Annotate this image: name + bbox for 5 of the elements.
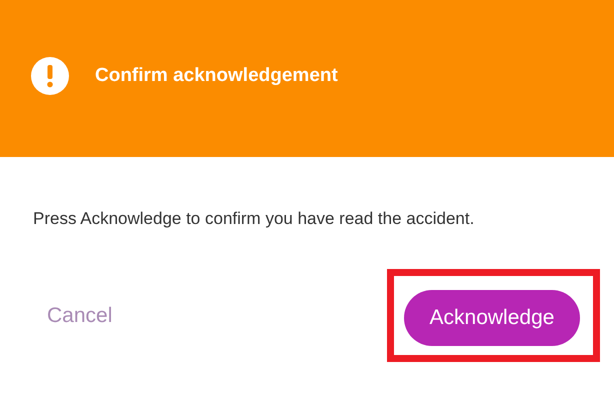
dialog-title: Confirm acknowledgement xyxy=(95,64,338,86)
dialog-message: Press Acknowledge to confirm you have read the accident. xyxy=(33,209,476,229)
acknowledge-button[interactable]: Acknowledge xyxy=(404,290,580,346)
cancel-button[interactable]: Cancel xyxy=(37,296,122,336)
exclamation-icon xyxy=(31,56,69,94)
